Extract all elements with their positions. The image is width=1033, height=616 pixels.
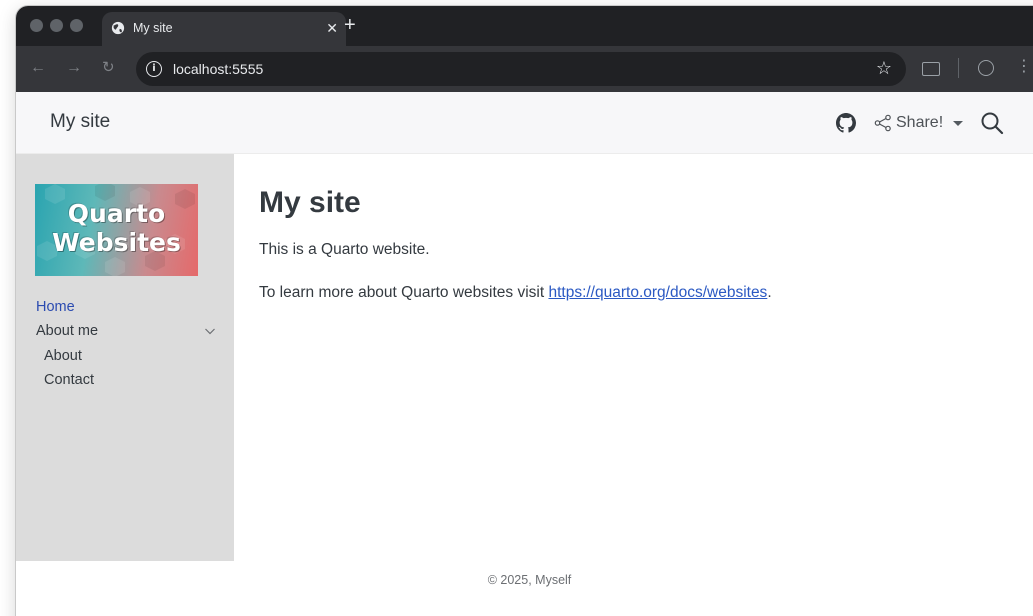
window-minimize-button[interactable] — [50, 19, 63, 32]
site-logo[interactable]: Quarto Websites — [35, 184, 198, 276]
github-icon[interactable] — [836, 113, 856, 133]
back-arrow-icon[interactable]: ← — [30, 58, 46, 78]
learn-more-suffix: . — [767, 284, 772, 301]
close-icon[interactable]: ✕ — [326, 20, 338, 36]
sidebar-item-home[interactable]: Home — [36, 299, 75, 315]
search-icon[interactable] — [980, 111, 1004, 135]
sidebar-item-about[interactable]: About — [44, 348, 82, 364]
intro-paragraph: This is a Quarto website. — [259, 241, 430, 258]
browser-window: My site ✕ + ← → ↻ i localhost:5555 ☆ ⋮ M… — [16, 6, 1033, 616]
globe-icon — [111, 21, 125, 35]
sidebar: Quarto Websites Home About me About Cont… — [16, 154, 234, 561]
caret-down-icon — [953, 120, 964, 126]
logo-line-1: Quarto — [67, 199, 166, 228]
url-text[interactable]: localhost:5555 — [173, 61, 263, 77]
forward-arrow-icon[interactable]: → — [66, 58, 82, 78]
window-close-button[interactable] — [30, 19, 43, 32]
reload-icon[interactable]: ↻ — [102, 58, 115, 78]
window-zoom-button[interactable] — [70, 19, 83, 32]
site-brand[interactable]: My site — [50, 111, 110, 133]
footer-copyright: © 2025, Myself — [487, 573, 572, 587]
tab-title: My site — [133, 21, 173, 35]
share-icon — [874, 114, 891, 132]
profile-icon[interactable] — [978, 60, 994, 76]
site-navbar: My site Share! — [16, 92, 1033, 154]
address-bar[interactable]: i localhost:5555 ☆ — [136, 52, 906, 86]
learn-more-prefix: To learn more about Quarto websites visi… — [259, 284, 549, 301]
plus-icon[interactable]: + — [344, 14, 356, 36]
kebab-menu-icon[interactable]: ⋮ — [1016, 57, 1032, 77]
toolbar-divider — [958, 58, 959, 78]
site-footer: © 2025, Myself — [16, 561, 1033, 616]
logo-text: Quarto Websites — [35, 199, 198, 257]
share-dropdown[interactable]: Share! — [874, 111, 964, 135]
docs-link[interactable]: https://quarto.org/docs/websites — [548, 284, 767, 301]
learn-more-paragraph: To learn more about Quarto websites visi… — [259, 284, 772, 302]
info-icon[interactable]: i — [146, 61, 162, 77]
chevron-down-icon[interactable] — [204, 326, 216, 336]
star-icon[interactable]: ☆ — [876, 58, 892, 78]
page-title: My site — [259, 186, 361, 219]
tab-strip: My site ✕ + — [16, 6, 1033, 46]
browser-tab[interactable]: My site ✕ — [102, 12, 346, 46]
logo-line-2: Websites — [52, 228, 181, 257]
share-label: Share! — [896, 114, 944, 131]
sidebar-section-about-me[interactable]: About me — [36, 323, 98, 339]
sidebar-item-contact[interactable]: Contact — [44, 372, 94, 388]
browser-toolbar: ← → ↻ i localhost:5555 ☆ ⋮ — [16, 46, 1033, 92]
tab-search-icon[interactable] — [922, 62, 940, 76]
